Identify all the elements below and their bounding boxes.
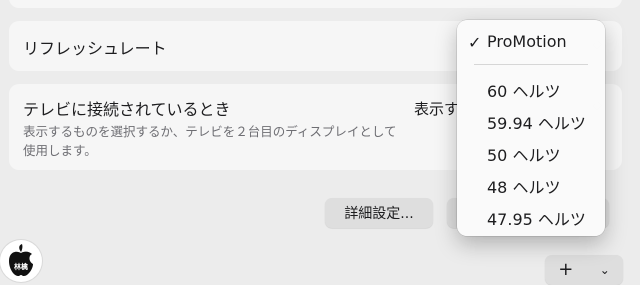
refresh-rate-label: リフレッシュレート xyxy=(23,39,167,58)
apple-icon xyxy=(9,244,33,276)
menu-item-48hz[interactable]: 48 ヘルツ xyxy=(487,174,560,198)
menu-item-59-94hz[interactable]: 59.94 ヘルツ xyxy=(487,110,586,134)
menu-item-promotion[interactable]: ProMotion xyxy=(487,32,567,51)
apple-logo-watermark: 林檎 xyxy=(0,240,42,282)
previous-settings-row xyxy=(9,0,622,8)
menu-item-60hz[interactable]: 60 ヘルツ xyxy=(487,78,560,102)
tv-connection-description: 表示するものを選択するか、テレビを２台目のディスプレイとして使用します。 xyxy=(23,124,397,158)
menu-item-47-95hz[interactable]: 47.95 ヘルツ xyxy=(487,206,586,230)
chevron-down-icon[interactable]: ⌄ xyxy=(600,261,610,279)
tv-connection-popup[interactable]: 表示す xyxy=(414,98,459,119)
plus-icon: + xyxy=(558,259,574,280)
tv-connection-label: テレビに接続されているとき xyxy=(23,100,231,119)
menu-item-50hz[interactable]: 50 ヘルツ xyxy=(487,142,560,166)
logo-text: 林檎 xyxy=(14,263,28,271)
menu-separator xyxy=(474,64,588,65)
refresh-rate-menu: ✓ ProMotion 60 ヘルツ 59.94 ヘルツ 50 ヘルツ 48 ヘ… xyxy=(457,20,605,236)
add-display-button[interactable]: + ⌄ xyxy=(545,255,623,285)
advanced-settings-button[interactable]: 詳細設定... xyxy=(325,198,433,228)
checkmark-icon: ✓ xyxy=(468,33,482,52)
